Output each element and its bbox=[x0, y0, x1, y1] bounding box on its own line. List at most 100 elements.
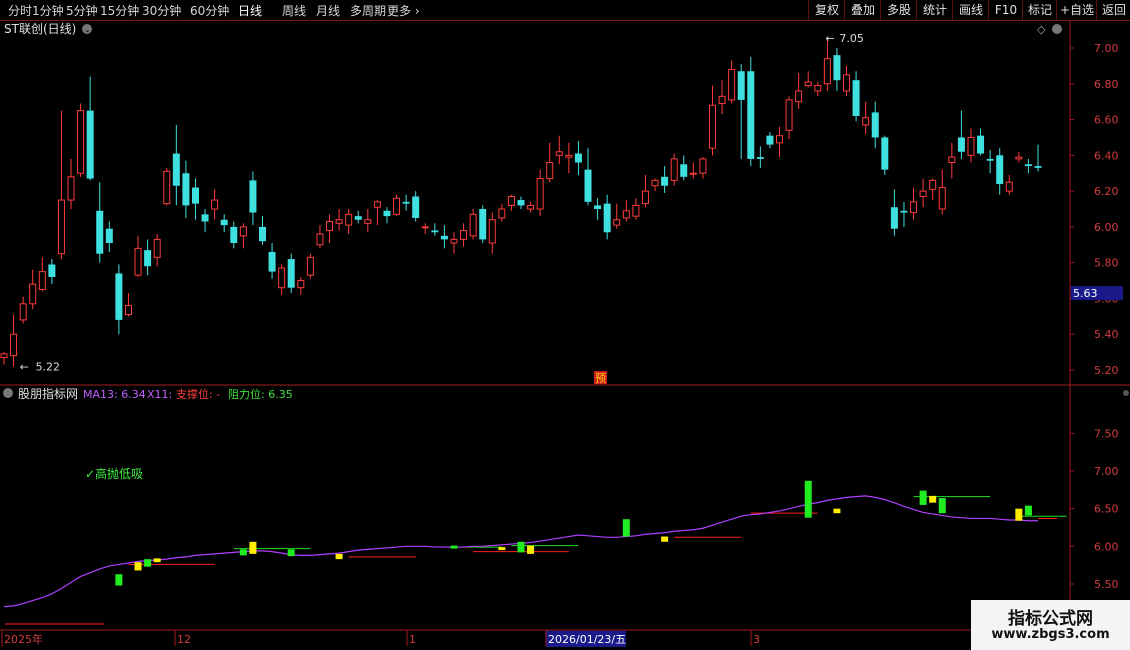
price-axis-label: 6.20 bbox=[1094, 185, 1119, 198]
indicator-axis-label: 5.50 bbox=[1094, 578, 1119, 591]
ma13-label: MA13: 6.34 bbox=[83, 388, 146, 401]
candle-body-57 bbox=[546, 161, 554, 180]
signal-bar-6 bbox=[287, 549, 295, 557]
indicator-axis-label: 7.00 bbox=[1094, 465, 1119, 478]
candle-body-33 bbox=[316, 233, 324, 246]
candle-body-14 bbox=[134, 247, 142, 276]
candle-body-41 bbox=[393, 197, 401, 215]
signal-bar-16 bbox=[919, 490, 927, 505]
candle-body-10 bbox=[96, 210, 104, 254]
candle-body-96 bbox=[919, 190, 927, 197]
candle-body-107 bbox=[1024, 164, 1032, 167]
candle-body-87 bbox=[833, 55, 841, 81]
price-axis-label: 6.00 bbox=[1094, 221, 1119, 234]
candle-body-97 bbox=[929, 179, 937, 190]
time-label-2: 1 bbox=[409, 633, 416, 646]
signal-bar-20 bbox=[1024, 505, 1032, 516]
candle-body-1 bbox=[10, 333, 18, 357]
candle-body-58 bbox=[555, 151, 563, 156]
signal-bar-19 bbox=[1015, 508, 1023, 521]
scroll-dot bbox=[1123, 390, 1129, 396]
candle-body-17 bbox=[163, 170, 171, 205]
time-label-3: 2026/01/23/五 bbox=[548, 633, 626, 646]
candle-body-88 bbox=[843, 74, 851, 92]
low-price-label: 5.22 bbox=[36, 360, 61, 373]
candle-body-83 bbox=[795, 90, 803, 103]
candle-body-23 bbox=[220, 219, 228, 226]
high-arrow: ← bbox=[825, 32, 834, 45]
candle-body-99 bbox=[948, 156, 956, 163]
candle-body-25 bbox=[239, 226, 247, 237]
watermark-logo: 指标公式网 www.zbgs3.com bbox=[971, 600, 1130, 650]
indicator-dropdown-icon bbox=[3, 388, 13, 398]
candle-body-74 bbox=[708, 104, 716, 149]
candle-body-30 bbox=[287, 259, 295, 288]
candle-body-34 bbox=[326, 221, 334, 231]
candle-body-29 bbox=[278, 267, 286, 289]
candle-body-52 bbox=[498, 208, 506, 219]
price-axis-label: 6.80 bbox=[1094, 78, 1119, 91]
candle-body-19 bbox=[182, 173, 190, 206]
signal-bar-5 bbox=[249, 541, 257, 554]
price-axis-label: 6.60 bbox=[1094, 114, 1119, 127]
candle-body-12 bbox=[115, 273, 123, 320]
indicator-name: 股朋指标网 bbox=[18, 386, 78, 401]
candle-body-86 bbox=[823, 58, 831, 85]
candle-body-76 bbox=[728, 68, 736, 101]
candle-body-31 bbox=[297, 280, 305, 289]
resist-label: 阻力位: 6.35 bbox=[228, 387, 293, 401]
candle-body-43 bbox=[412, 196, 420, 218]
candle-body-70 bbox=[670, 158, 678, 181]
candle-body-73 bbox=[699, 158, 707, 174]
signal-bar-13 bbox=[661, 536, 669, 542]
candle-body-20 bbox=[191, 187, 199, 204]
candle-body-6 bbox=[57, 199, 65, 255]
candle-body-50 bbox=[479, 209, 487, 240]
price-axis-label: 5.80 bbox=[1094, 257, 1119, 270]
indicator-axis-label: 7.50 bbox=[1094, 427, 1119, 440]
candle-body-93 bbox=[890, 207, 898, 229]
candle-body-90 bbox=[862, 117, 870, 126]
candle-body-24 bbox=[230, 226, 238, 243]
time-label-0: 2025年 bbox=[4, 632, 43, 646]
candle-body-7 bbox=[67, 176, 75, 201]
indicator-axis-label: 6.00 bbox=[1094, 540, 1119, 553]
candle-body-102 bbox=[977, 135, 985, 154]
candle-body-45 bbox=[431, 230, 439, 233]
candle-body-101 bbox=[967, 136, 975, 156]
candle-body-75 bbox=[718, 95, 726, 104]
candle-body-100 bbox=[957, 137, 965, 152]
candle-body-35 bbox=[335, 219, 343, 224]
candle-body-82 bbox=[785, 99, 793, 131]
signal-bar-4 bbox=[239, 549, 247, 556]
candle-body-59 bbox=[565, 154, 573, 158]
candle-body-80 bbox=[766, 135, 774, 145]
candle-body-15 bbox=[144, 250, 152, 267]
candle-body-3 bbox=[29, 283, 37, 305]
candle-body-67 bbox=[641, 190, 649, 205]
candle-body-4 bbox=[38, 271, 46, 291]
price-axis-label: 7.00 bbox=[1094, 42, 1119, 55]
candle-body-60 bbox=[574, 153, 582, 163]
candle-body-51 bbox=[488, 219, 496, 244]
time-label-4: 3 bbox=[753, 633, 760, 646]
signal-bar-14 bbox=[804, 480, 812, 518]
price-axis-label: 6.40 bbox=[1094, 149, 1119, 162]
candle-body-91 bbox=[871, 112, 879, 138]
candle-body-92 bbox=[881, 137, 889, 170]
candle-body-94 bbox=[900, 210, 908, 213]
current-price-label: 5.63 bbox=[1073, 287, 1098, 300]
candle-body-63 bbox=[603, 203, 611, 233]
candle-body-89 bbox=[852, 80, 860, 116]
candle-body-46 bbox=[440, 235, 448, 240]
time-label-1: 12 bbox=[177, 633, 191, 646]
candle-body-37 bbox=[354, 216, 362, 220]
candle-body-85 bbox=[814, 85, 822, 92]
candle-body-16 bbox=[153, 238, 161, 258]
candle-body-42 bbox=[402, 201, 410, 204]
candle-body-36 bbox=[345, 213, 353, 226]
candle-body-108 bbox=[1034, 166, 1042, 168]
signal-bar-12 bbox=[622, 519, 630, 537]
candle-body-13 bbox=[124, 305, 132, 316]
signal-bar-15 bbox=[833, 508, 841, 514]
